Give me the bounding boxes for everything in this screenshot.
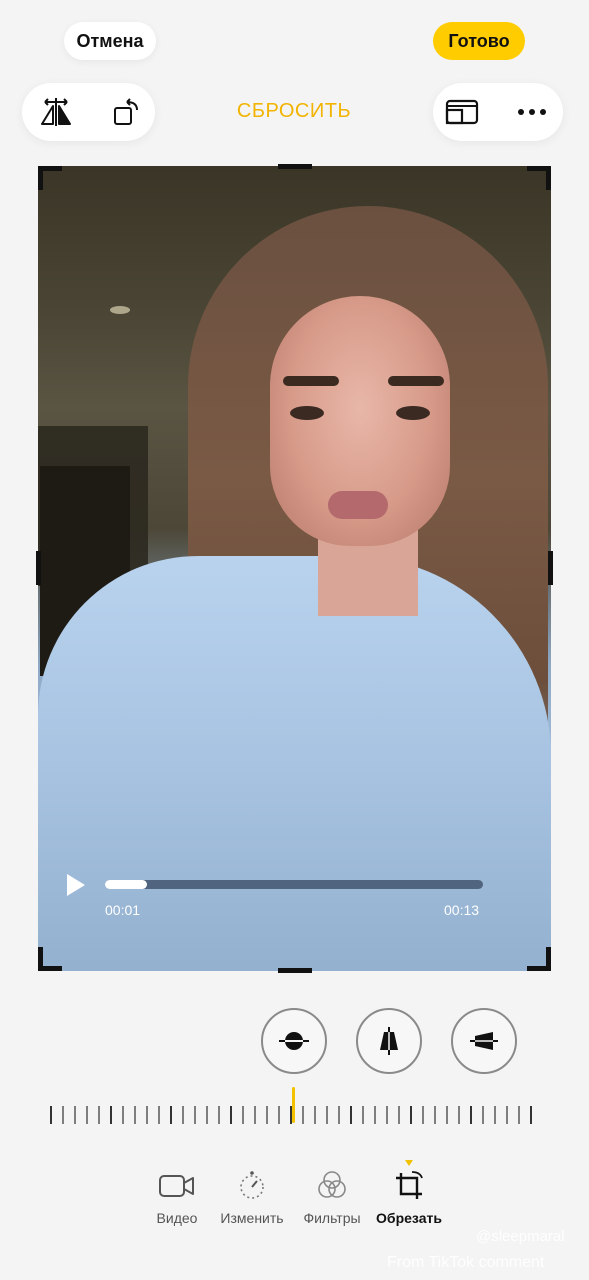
crop-edge-top[interactable] bbox=[278, 164, 312, 169]
person-eye bbox=[290, 406, 324, 420]
more-icon[interactable] bbox=[513, 93, 551, 131]
ruler-tick bbox=[122, 1106, 124, 1124]
ruler-tick bbox=[278, 1106, 280, 1124]
ruler-tick bbox=[518, 1106, 520, 1124]
ruler-tick bbox=[374, 1106, 376, 1124]
total-time: 00:13 bbox=[444, 902, 480, 918]
transform-toolbar bbox=[22, 83, 155, 141]
horizontal-perspective-icon bbox=[470, 1032, 498, 1050]
video-preview[interactable] bbox=[38, 166, 551, 971]
ruler-tick bbox=[362, 1106, 364, 1124]
ruler-tick bbox=[398, 1106, 400, 1124]
ruler-tick bbox=[506, 1106, 508, 1124]
ruler-tick bbox=[146, 1106, 148, 1124]
ruler-tick bbox=[458, 1106, 460, 1124]
ruler-tick bbox=[302, 1106, 304, 1124]
watermark-handle: @sleepmaral bbox=[476, 1228, 565, 1245]
ruler-tick bbox=[386, 1106, 388, 1124]
ruler-tick bbox=[470, 1106, 472, 1124]
ruler-tick bbox=[266, 1106, 268, 1124]
ruler-indicator bbox=[292, 1087, 295, 1123]
ruler-tick bbox=[326, 1106, 328, 1124]
tab-label: Обрезать bbox=[376, 1210, 442, 1226]
ruler-tick bbox=[134, 1106, 136, 1124]
cancel-button[interactable]: Отмена bbox=[64, 22, 156, 60]
tab-adjust[interactable]: Изменить bbox=[207, 1168, 297, 1226]
tab-crop[interactable]: Обрезать bbox=[364, 1168, 454, 1226]
ruler-tick bbox=[350, 1106, 352, 1124]
person-brow bbox=[388, 376, 444, 386]
ruler-tick bbox=[170, 1106, 172, 1124]
tab-label: Изменить bbox=[220, 1210, 284, 1226]
ruler-tick bbox=[230, 1106, 232, 1124]
angle-ruler[interactable] bbox=[50, 1104, 540, 1124]
ruler-tick bbox=[338, 1106, 340, 1124]
ruler-tick bbox=[158, 1106, 160, 1124]
aspect-ratio-icon[interactable] bbox=[443, 93, 481, 131]
ruler-tick bbox=[530, 1106, 532, 1124]
ruler-tick bbox=[206, 1106, 208, 1124]
play-icon[interactable] bbox=[64, 872, 88, 898]
ruler-tick bbox=[422, 1106, 424, 1124]
ruler-tick bbox=[242, 1106, 244, 1124]
person-eye bbox=[396, 406, 430, 420]
ruler-tick bbox=[50, 1106, 52, 1124]
straighten-button[interactable] bbox=[261, 1008, 327, 1074]
options-toolbar bbox=[433, 83, 563, 141]
crop-edge-left[interactable] bbox=[36, 551, 41, 585]
ruler-tick bbox=[74, 1106, 76, 1124]
ruler-tick bbox=[62, 1106, 64, 1124]
crop-rotate-icon bbox=[364, 1168, 454, 1204]
ruler-tick bbox=[86, 1106, 88, 1124]
vertical-perspective-icon bbox=[380, 1027, 398, 1055]
person-brow bbox=[283, 376, 339, 386]
done-button[interactable]: Готово bbox=[433, 22, 525, 60]
ruler-tick bbox=[446, 1106, 448, 1124]
ruler-tick bbox=[314, 1106, 316, 1124]
ruler-tick bbox=[494, 1106, 496, 1124]
ruler-tick bbox=[218, 1106, 220, 1124]
flip-horizontal-icon[interactable] bbox=[37, 93, 75, 131]
ruler-tick bbox=[98, 1106, 100, 1124]
crop-corner-bottom-left[interactable] bbox=[38, 947, 62, 971]
ceiling-light bbox=[110, 306, 130, 314]
ruler-tick bbox=[194, 1106, 196, 1124]
ruler-tick bbox=[482, 1106, 484, 1124]
ruler-tick bbox=[110, 1106, 112, 1124]
crop-edge-bottom[interactable] bbox=[278, 968, 312, 973]
crop-corner-top-left[interactable] bbox=[38, 166, 62, 190]
horizontal-perspective-button[interactable] bbox=[451, 1008, 517, 1074]
rotate-icon[interactable] bbox=[108, 93, 146, 131]
progress-fill bbox=[105, 880, 147, 889]
crop-corner-bottom-right[interactable] bbox=[527, 947, 551, 971]
watermark-source: From TikTok comment bbox=[387, 1254, 545, 1271]
current-time: 00:01 bbox=[105, 902, 141, 918]
reset-button[interactable]: СБРОСИТЬ bbox=[200, 100, 388, 123]
ruler-tick bbox=[410, 1106, 412, 1124]
active-tab-indicator bbox=[405, 1160, 413, 1166]
ruler-tick bbox=[182, 1106, 184, 1124]
vertical-perspective-button[interactable] bbox=[356, 1008, 422, 1074]
adjust-dial-icon bbox=[207, 1168, 297, 1204]
ruler-tick bbox=[254, 1106, 256, 1124]
video-scrubber[interactable] bbox=[105, 880, 483, 889]
ruler-tick bbox=[434, 1106, 436, 1124]
straighten-icon bbox=[279, 1032, 309, 1050]
crop-corner-top-right[interactable] bbox=[527, 166, 551, 190]
crop-edge-right[interactable] bbox=[548, 551, 553, 585]
person-lips bbox=[328, 491, 388, 519]
